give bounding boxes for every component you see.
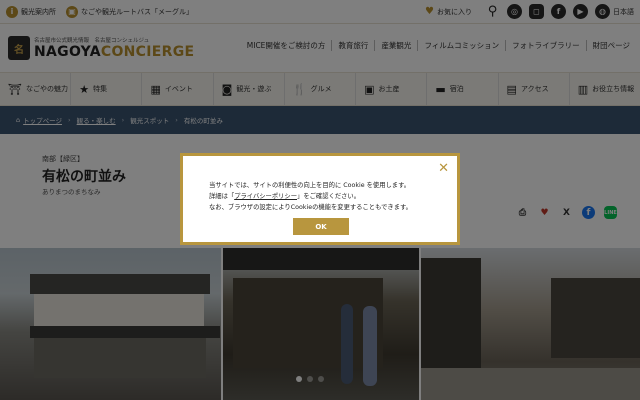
cookie-message-line1: 当サイトでは、サイトの利便性の向上を目的に Cookie を使用します。 (209, 182, 411, 189)
ok-button[interactable]: OK (293, 218, 349, 235)
privacy-policy-link[interactable]: プライバシーポリシー (234, 193, 297, 200)
close-icon[interactable]: ✕ (438, 162, 449, 175)
cookie-message-line3: なお、ブラウザの設定によりCookieの機能を変更することもできます。 (209, 204, 412, 211)
cookie-message-line2: 詳細は「プライバシーポリシー」をご確認ください。 (209, 193, 360, 200)
cookie-message: 当サイトでは、サイトの利便性の向上を目的に Cookie を使用します。 詳細は… (209, 180, 412, 213)
cookie-dialog: ✕ 当サイトでは、サイトの利便性の向上を目的に Cookie を使用します。 詳… (180, 153, 460, 245)
